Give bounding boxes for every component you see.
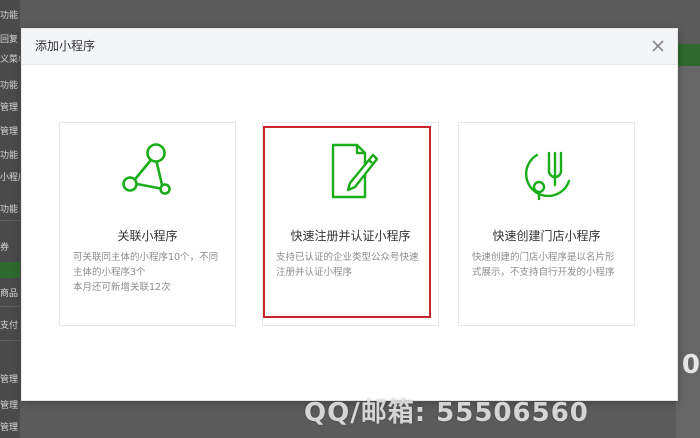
watermark: QQ/邮箱: 55506560 [304,398,589,428]
background-sidebar-item: 回复 [0,35,19,45]
card-description-line: 注册并认证小程序 [276,267,353,278]
store-fork-pin-icon [524,151,570,201]
share-network-icon [121,143,171,195]
card-description: 可关联同主体的小程序10个，不同 主体的小程序3个 本月还可新增关联12次 [73,250,222,295]
background-sidebar-item: 义菜单 [0,55,20,65]
dialog-header: 添加小程序 [22,29,677,65]
dialog-title: 添加小程序 [35,39,96,53]
card-description-line: 可关联同主体的小程序10个，不同 [73,252,219,263]
card-description-line: 主体的小程序3个 [73,267,146,278]
card-title: 关联小程序 [117,229,178,243]
card-title: 快速注册并认证小程序 [290,229,411,243]
background-green-button [676,44,700,66]
background-divider [0,340,20,341]
background-sidebar-item: 小程序 [0,173,20,183]
card-title: 快速创建门店小程序 [492,229,601,243]
background-sidebar-item: 管理 [0,401,19,411]
background-sidebar-item: 商品 [0,289,19,299]
background-sidebar-item: 管理 [0,375,19,385]
card-description: 快速创建的门店小程序是以名片形 式展示，不支持自行开发的小程序 [472,250,621,280]
background-sidebar-item-active [0,262,20,278]
background-panel [676,66,700,438]
background-sidebar: 功能 回复 义菜单 功能 管理 管理 功能 小程序 功能 券 商品 支付 管理 … [0,0,20,438]
background-number: 0 [681,350,700,380]
card-description-line: 式展示，不支持自行开发的小程序 [472,267,615,278]
close-button[interactable] [649,37,667,55]
close-icon [652,40,664,52]
card-description-line: 快速创建的门店小程序是以名片形 [472,252,615,263]
background-sidebar-item: 功能 [0,205,19,215]
background-sidebar-item: 功能 [0,81,19,91]
background-sidebar-item: 管理 [0,423,19,433]
card-description-line: 本月还可新增关联12次 [73,282,171,293]
card-description: 支持已认证的企业类型公众号快速 注册并认证小程序 [276,250,425,280]
background-divider [0,306,20,307]
card-description-line: 支持已认证的企业类型公众号快速 [276,252,419,263]
background-sidebar-item: 支付 [0,321,19,331]
card-create-store-mini-program[interactable]: 快速创建门店小程序 快速创建的门店小程序是以名片形 式展示，不支持自行开发的小程… [458,122,635,326]
add-mini-program-dialog: 添加小程序 关联小程序 可关联同主体的小程序10个，不同 主体的小程序3个 本月… [21,28,678,401]
background-sidebar-item: 管理 [0,127,19,137]
background-sidebar-item: 功能 [0,151,19,161]
background-sidebar-item: 券 [0,243,10,253]
background-divider [0,220,20,221]
background-sidebar-item: 管理 [0,103,19,113]
background-sidebar-item: 功能 [0,11,19,21]
document-pen-icon [331,143,378,199]
card-quick-register-mini-program[interactable]: 快速注册并认证小程序 支持已认证的企业类型公众号快速 注册并认证小程序 [262,122,439,326]
card-link-mini-program[interactable]: 关联小程序 可关联同主体的小程序10个，不同 主体的小程序3个 本月还可新增关联… [59,122,236,326]
